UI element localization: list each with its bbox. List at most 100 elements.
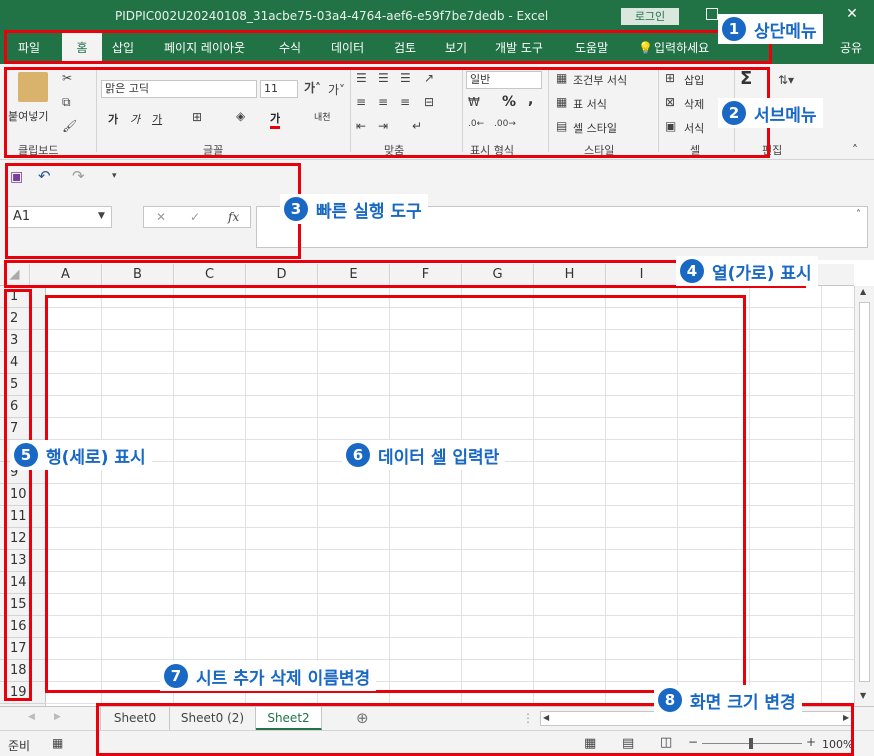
ribbon-display-icon[interactable] — [706, 8, 718, 20]
normal-view-icon[interactable]: ▦ — [584, 737, 596, 750]
align-top-icon[interactable]: ☰ — [356, 72, 367, 84]
redo-icon[interactable]: ↷ — [72, 169, 85, 184]
insert-function-icon[interactable]: fx — [228, 211, 239, 223]
row-header[interactable]: 18 — [0, 660, 46, 682]
cell-style-button[interactable]: 셀 스타일 — [573, 120, 617, 136]
cell-grid[interactable] — [46, 286, 854, 706]
collapse-ribbon-icon[interactable]: ˄ — [852, 144, 858, 156]
italic-icon[interactable]: 가 — [130, 111, 140, 127]
cancel-icon[interactable]: ✕ — [156, 211, 166, 223]
sheet-tab[interactable]: Sheet0 — [100, 707, 170, 730]
add-sheet-icon[interactable]: ⊕ — [356, 711, 369, 726]
percent-icon[interactable]: % — [502, 94, 516, 110]
zoom-slider-thumb[interactable] — [749, 738, 753, 749]
grow-font-icon[interactable]: 가˄ — [304, 82, 321, 94]
undo-icon[interactable]: ↶ — [38, 169, 51, 184]
column-header[interactable]: G — [462, 264, 534, 286]
cell-style-icon[interactable]: ▤ — [556, 120, 567, 132]
page-break-view-icon[interactable]: ◫ — [660, 736, 672, 749]
prev-sheet-icon[interactable]: ◀ — [28, 713, 35, 722]
row-header[interactable]: 7 — [0, 418, 46, 440]
enter-icon[interactable]: ✓ — [190, 211, 200, 223]
format-cells-icon[interactable]: ▣ — [665, 120, 676, 132]
cut-icon[interactable]: ✂ — [62, 72, 72, 84]
name-box[interactable]: A1 — [6, 206, 112, 228]
bold-icon[interactable]: 가 — [108, 111, 118, 127]
number-format-select[interactable]: 일반 — [466, 71, 542, 89]
border-icon[interactable]: ⊞ — [192, 111, 202, 123]
align-center-icon[interactable]: ≡ — [378, 96, 388, 108]
scroll-down-icon[interactable]: ▼ — [860, 692, 866, 700]
zoom-in-icon[interactable]: + — [806, 736, 816, 748]
align-bottom-icon[interactable]: ☰ — [400, 72, 411, 84]
wrap-text-icon[interactable]: ↵ — [412, 120, 422, 132]
phonetic-icon[interactable]: 내천 — [314, 110, 331, 123]
column-header[interactable]: E — [318, 264, 390, 286]
conditional-format-icon[interactable]: ▦ — [556, 72, 567, 84]
font-size-select[interactable]: 11 — [260, 80, 298, 98]
scroll-up-icon[interactable]: ▲ — [860, 288, 866, 296]
macro-record-icon[interactable]: ▦ — [52, 737, 63, 749]
shrink-font-icon[interactable]: 가˅ — [328, 84, 345, 96]
name-box-dropdown-icon[interactable]: ▼ — [98, 212, 105, 221]
page-layout-view-icon[interactable]: ▤ — [622, 737, 634, 750]
comma-icon[interactable]: , — [528, 92, 533, 108]
menu-file[interactable]: 파일 — [18, 32, 42, 64]
row-header[interactable]: 17 — [0, 638, 46, 660]
font-name-select[interactable]: 맑은 고딕 — [101, 80, 257, 98]
table-format-button[interactable]: 표 서식 — [573, 96, 607, 112]
font-color-icon[interactable]: 가 — [270, 110, 281, 129]
orientation-icon[interactable]: ↗ — [424, 72, 434, 84]
next-sheet-icon[interactable]: ▶ — [54, 713, 61, 722]
menu-formulas[interactable]: 수식 — [279, 32, 315, 64]
paste-icon[interactable] — [18, 72, 48, 102]
column-header[interactable]: H — [534, 264, 606, 286]
save-icon[interactable]: ▣ — [10, 170, 23, 184]
scroll-left-icon[interactable]: ◀ — [543, 714, 549, 722]
row-header[interactable]: 14 — [0, 572, 46, 594]
table-format-icon[interactable]: ▦ — [556, 96, 567, 108]
row-header[interactable]: 11 — [0, 506, 46, 528]
column-header[interactable]: B — [102, 264, 174, 286]
menu-home[interactable]: 홈 — [62, 32, 102, 64]
row-header[interactable]: 19 — [0, 682, 46, 704]
row-header[interactable]: 12 — [0, 528, 46, 550]
row-header[interactable]: 13 — [0, 550, 46, 572]
row-header[interactable]: 5 — [0, 374, 46, 396]
close-icon[interactable]: ✕ — [846, 7, 858, 21]
row-header[interactable]: 10 — [0, 484, 46, 506]
row-header[interactable]: 16 — [0, 616, 46, 638]
column-header[interactable]: D — [246, 264, 318, 286]
format-painter-icon[interactable]: 🖌 — [62, 120, 77, 132]
expand-formula-icon[interactable]: ˄ — [856, 210, 861, 220]
fill-color-icon[interactable]: ◈ — [236, 110, 245, 122]
delete-cells-icon[interactable]: ⊠ — [665, 96, 675, 108]
menu-view[interactable]: 보기 — [445, 32, 481, 64]
select-all-icon[interactable]: ◢ — [0, 264, 30, 286]
copy-icon[interactable]: ⧉ — [62, 96, 71, 108]
merge-center-icon[interactable]: ⊟ — [424, 96, 434, 108]
column-header[interactable]: A — [30, 264, 102, 286]
row-header[interactable]: 1 — [0, 286, 46, 308]
row-header[interactable]: 15 — [0, 594, 46, 616]
customize-qat-icon[interactable]: ▾ — [112, 172, 117, 181]
menu-review[interactable]: 검토 — [394, 32, 430, 64]
row-header[interactable]: 4 — [0, 352, 46, 374]
column-header[interactable]: I — [606, 264, 678, 286]
menu-page-layout[interactable]: 페이지 레이아웃 — [164, 32, 260, 64]
vertical-scroll-thumb[interactable] — [859, 302, 870, 682]
vertical-scrollbar[interactable]: ▲ ▼ — [854, 286, 874, 706]
accounting-icon[interactable]: ₩ — [468, 96, 480, 108]
row-header[interactable]: 6 — [0, 396, 46, 418]
menu-data[interactable]: 데이터 — [331, 32, 379, 64]
menu-insert[interactable]: 삽입 — [112, 32, 152, 64]
column-header[interactable]: F — [390, 264, 462, 286]
row-header[interactable]: 2 — [0, 308, 46, 330]
format-cells-button[interactable]: 서식 — [684, 120, 704, 136]
decrease-indent-icon[interactable]: ⇤ — [356, 120, 366, 132]
conditional-format-button[interactable]: 조건부 서식 — [573, 72, 627, 88]
sheet-tab-active[interactable]: Sheet2 — [256, 707, 322, 730]
underline-icon[interactable]: 가 — [152, 111, 162, 127]
sort-filter-icon[interactable]: ⇅▾ — [778, 74, 794, 86]
column-header[interactable]: C — [174, 264, 246, 286]
